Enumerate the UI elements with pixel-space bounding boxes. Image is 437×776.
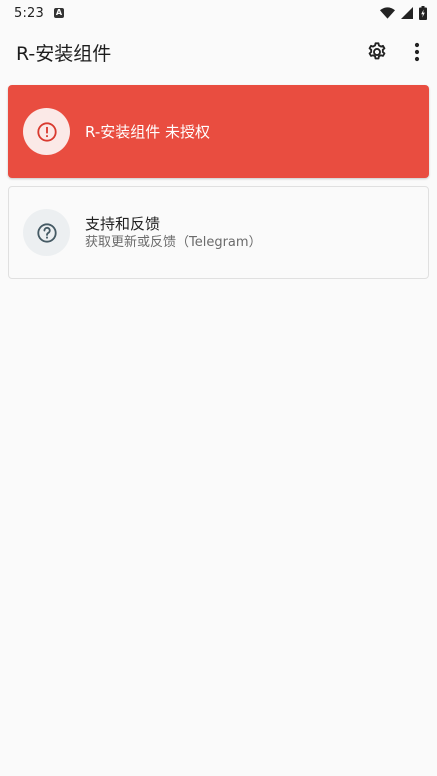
settings-button[interactable] <box>357 32 397 72</box>
status-bar: 5:23 A <box>0 0 437 26</box>
support-subtitle: 获取更新或反馈（Telegram） <box>85 234 262 250</box>
settings-gear-icon <box>368 42 386 60</box>
warning-icon-container <box>23 108 70 155</box>
support-texts: 支持和反馈 获取更新或反馈（Telegram） <box>85 214 262 252</box>
screen: 5:23 A R-安装组件 R-安装组件 未授权 支持和反馈 获取更新或反馈（T… <box>0 0 437 776</box>
help-circle-icon <box>36 222 57 243</box>
status-right <box>380 6 427 20</box>
status-time: 5:23 <box>14 5 44 21</box>
app-bar: R-安装组件 <box>0 26 437 78</box>
notification-icon: A <box>54 8 64 18</box>
support-title: 支持和反馈 <box>85 214 161 233</box>
alert-circle-icon <box>36 121 57 142</box>
unauthorized-card[interactable]: R-安装组件 未授权 <box>8 85 429 178</box>
cell-signal-icon <box>401 7 413 19</box>
battery-icon <box>419 6 427 20</box>
more-options-button[interactable] <box>397 32 437 72</box>
more-vert-icon <box>414 42 420 62</box>
status-left: 5:23 A <box>14 6 64 21</box>
app-title: R-安装组件 <box>16 42 112 65</box>
wifi-icon <box>380 7 395 19</box>
help-icon-container <box>23 209 70 256</box>
support-feedback-card[interactable]: 支持和反馈 获取更新或反馈（Telegram） <box>8 186 429 279</box>
unauthorized-text: R-安装组件 未授权 <box>85 123 210 141</box>
